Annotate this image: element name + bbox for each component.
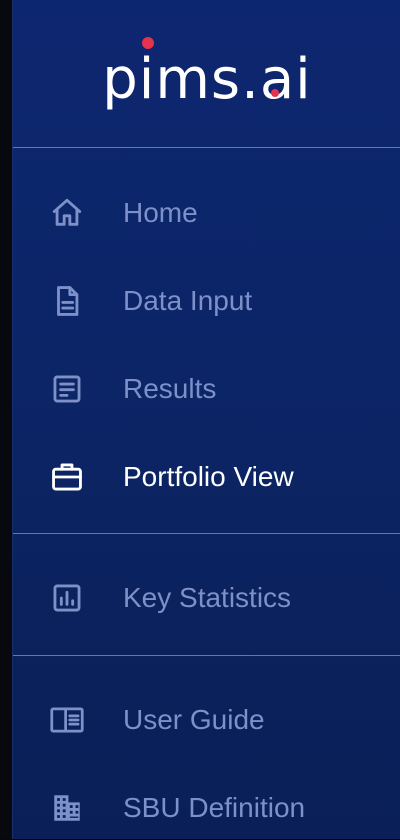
sidebar-item-user-guide[interactable]: User Guide	[13, 688, 400, 752]
sidebar-item-label: Key Statistics	[123, 582, 292, 613]
sidebar-item-sbu-definition[interactable]: SBU Definition	[13, 776, 400, 840]
document-icon	[47, 281, 87, 321]
background-edge	[0, 0, 12, 839]
home-icon	[47, 193, 87, 233]
sidebar-item-home[interactable]: Home	[13, 181, 400, 245]
logo-accent-dot	[142, 37, 154, 49]
logo-accent-period	[271, 89, 279, 97]
sidebar-item-label: Portfolio View	[123, 461, 294, 492]
sidebar-item-portfolio-view[interactable]: Portfolio View	[13, 445, 400, 509]
divider	[13, 147, 400, 148]
bar-chart-icon	[47, 578, 87, 618]
sidebar-item-label: Home	[123, 197, 198, 228]
sidebar-item-label: User Guide	[123, 704, 265, 735]
sidebar-item-key-statistics[interactable]: Key Statistics	[13, 566, 400, 630]
sidebar-item-results[interactable]: Results	[13, 357, 400, 421]
sidebar-item-label: Results	[123, 373, 217, 404]
building-icon	[47, 788, 87, 828]
results-icon	[47, 369, 87, 409]
sidebar-item-data-input[interactable]: Data Input	[13, 269, 400, 333]
sidebar-item-label: Data Input	[123, 285, 253, 316]
sidebar-item-label: SBU Definition	[123, 792, 306, 823]
logo-text: pims.ai	[102, 47, 312, 112]
divider	[13, 655, 400, 656]
sidebar: pims.ai Home Data Input Results Portfoli…	[12, 0, 400, 839]
book-icon	[47, 700, 87, 740]
logo[interactable]: pims.ai	[13, 0, 400, 148]
briefcase-icon	[47, 457, 87, 497]
divider	[13, 533, 400, 534]
